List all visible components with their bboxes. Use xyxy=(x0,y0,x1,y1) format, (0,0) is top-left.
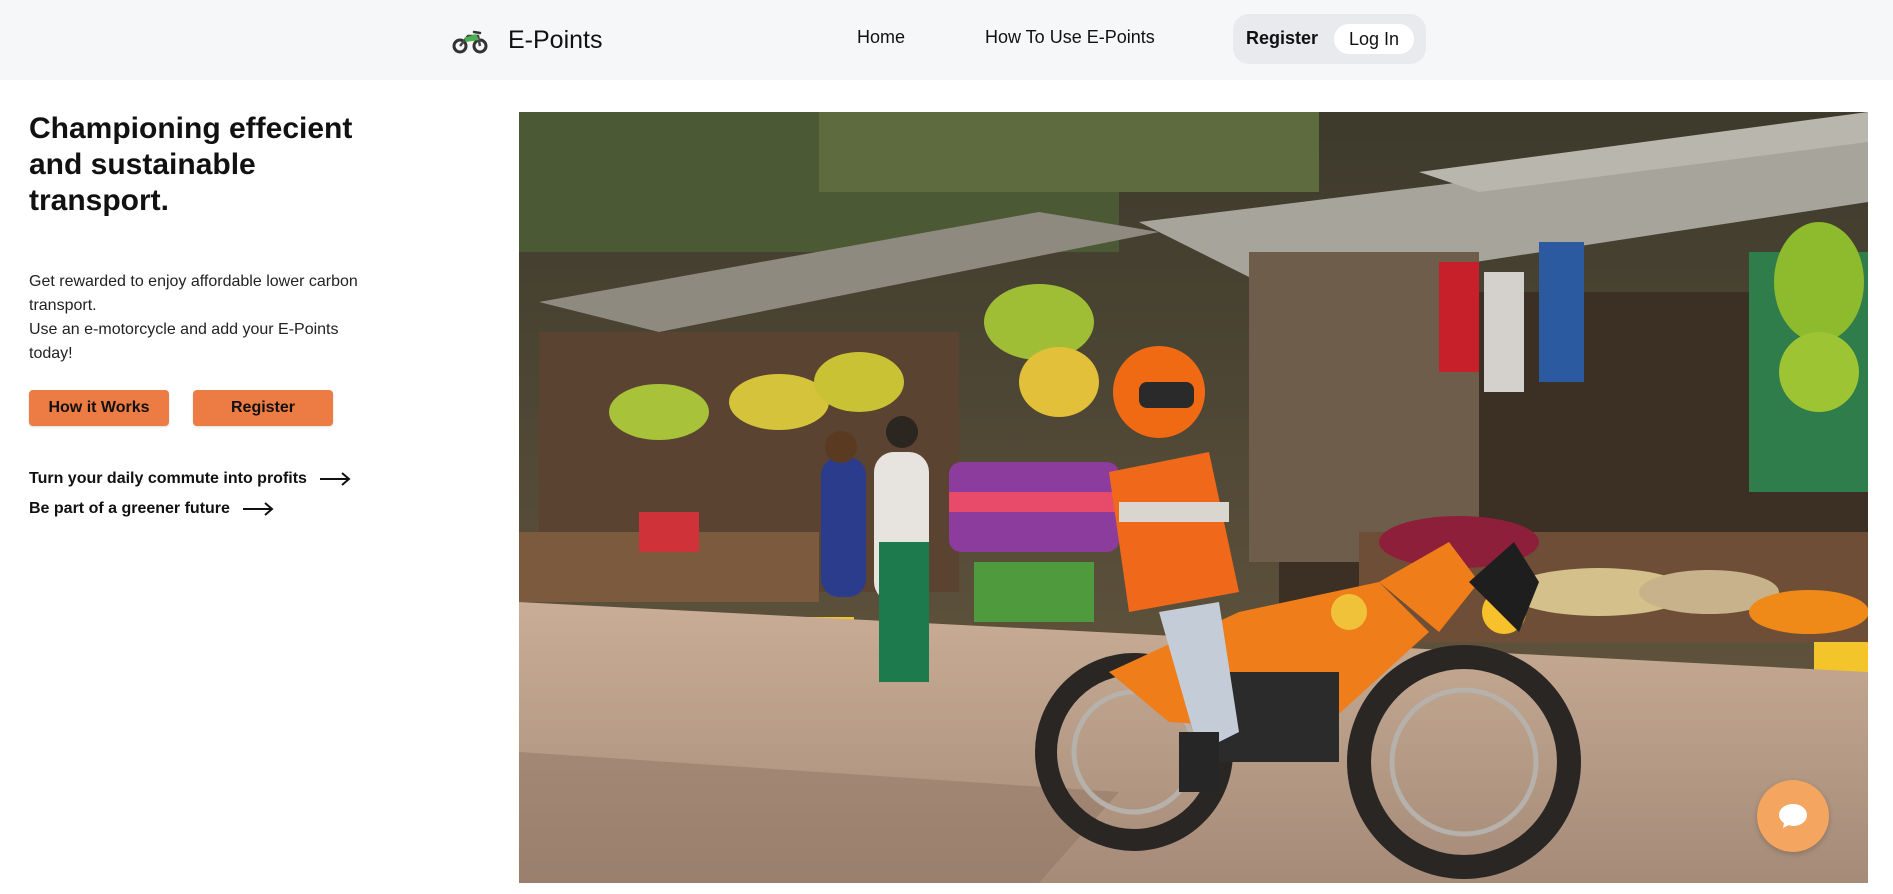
chat-button[interactable] xyxy=(1757,780,1829,852)
market-illustration xyxy=(519,112,1868,883)
register-nav-button[interactable]: Register xyxy=(1246,28,1318,49)
register-button[interactable]: Register xyxy=(193,390,333,426)
commute-profits-link[interactable]: Turn your daily commute into profits xyxy=(29,470,351,488)
nav-home-link[interactable]: Home xyxy=(857,27,905,48)
arrow-right-icon xyxy=(319,472,351,486)
hero-text-line-2: Use an e-motorcycle and add your E-Point… xyxy=(29,321,339,362)
nav-how-to-link[interactable]: How To Use E-Points xyxy=(985,27,1155,48)
brand-name: E-Points xyxy=(508,25,603,54)
greener-future-label: Be part of a greener future xyxy=(29,500,230,517)
chat-bubble-icon xyxy=(1779,804,1807,828)
greener-future-link[interactable]: Be part of a greener future xyxy=(29,500,274,518)
brand[interactable]: E-Points xyxy=(452,24,602,56)
hero-image xyxy=(519,112,1868,883)
auth-toggle: Register Log In xyxy=(1233,14,1426,64)
site-header: E-Points Home How To Use E-Points Regist… xyxy=(0,0,1893,80)
hero-description: Get rewarded to enjoy affordable lower c… xyxy=(29,270,379,366)
hero-title: Championing effecient and sustainable tr… xyxy=(29,112,353,217)
commute-profits-label: Turn your daily commute into profits xyxy=(29,470,307,487)
login-nav-button[interactable]: Log In xyxy=(1334,24,1414,54)
motorcycle-icon xyxy=(452,30,488,54)
hero-text-line-1: Get rewarded to enjoy affordable lower c… xyxy=(29,273,358,314)
arrow-right-icon xyxy=(242,502,274,516)
how-it-works-button[interactable]: How it Works xyxy=(29,390,169,426)
